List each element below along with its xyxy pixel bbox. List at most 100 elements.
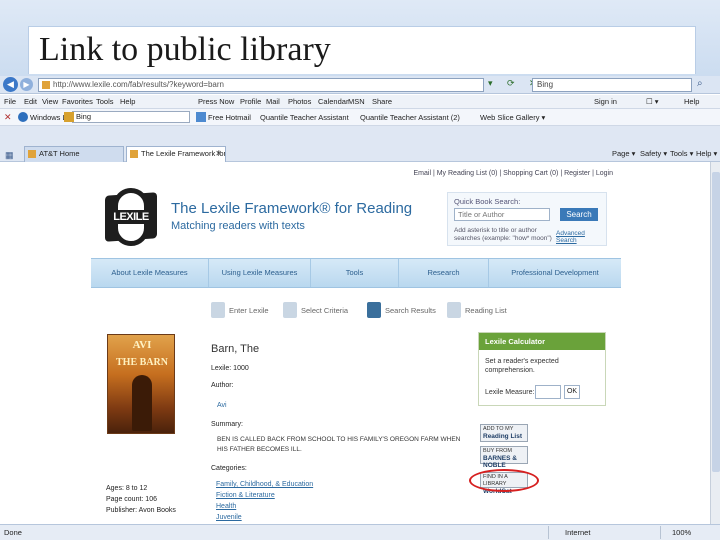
links-toolbar: ✕ Windows Live Bing Free Hotmail Quantil… [0, 109, 720, 126]
page-favicon-icon [42, 81, 50, 89]
cover-author: AVI [132, 339, 152, 351]
select-criteria-icon [283, 302, 297, 318]
link-free-hotmail[interactable]: Free Hotmail [208, 113, 251, 122]
browser-search-input[interactable]: Bing [532, 78, 692, 92]
nav-tools[interactable]: Tools [311, 259, 399, 287]
calculator-ok-button[interactable]: OK [564, 385, 580, 399]
address-input[interactable]: http://www.lexile.com/fab/results/?keywo… [38, 78, 484, 92]
nav-research[interactable]: Research [399, 259, 489, 287]
address-bar: ◀ ▶ http://www.lexile.com/fab/results/?k… [0, 76, 720, 94]
nav-about-lexile[interactable]: About Lexile Measures [91, 259, 209, 287]
book-cover-image[interactable]: AVI THE BARN [107, 334, 175, 434]
close-toolbar-icon[interactable]: ✕ [4, 112, 12, 123]
search-results-icon [367, 302, 381, 318]
address-text: http://www.lexile.com/fab/results/?keywo… [53, 80, 224, 89]
nav-using-lexile[interactable]: Using Lexile Measures [209, 259, 311, 287]
page-viewport: Email | My Reading List (0) | Shopping C… [0, 162, 710, 524]
add-to-reading-list-button[interactable]: ADD TO MY Reading List [480, 424, 528, 442]
author-label: Author: [211, 382, 234, 389]
account-links[interactable]: Email | My Reading List (0) | Shopping C… [414, 170, 613, 177]
title-author-input[interactable]: Title or Author [454, 208, 550, 221]
zoom-level[interactable]: 100% [672, 528, 691, 537]
tools-menu[interactable]: Tools ▾ [670, 149, 693, 158]
status-divider [548, 526, 549, 539]
safety-menu[interactable]: Safety ▾ [640, 149, 667, 158]
lexile-measure-input[interactable] [535, 385, 561, 399]
menu-press-now[interactable]: Press Now [198, 97, 234, 106]
quick-search-title: Quick Book Search: [454, 197, 521, 206]
menu-file[interactable]: File [4, 97, 16, 106]
menu-share[interactable]: Share [372, 97, 392, 106]
bn-label: BARNES & NOBLE [483, 455, 517, 469]
menu-edit[interactable]: Edit [24, 97, 37, 106]
quick-book-search: Quick Book Search: Title or Author Searc… [447, 192, 607, 246]
tab-favicon-icon [130, 150, 138, 158]
advanced-search-link[interactable]: Advanced Search [556, 230, 606, 244]
lexile-measure-label: Lexile Measure: [485, 389, 535, 396]
lexile-logo[interactable]: LEXILE [105, 188, 157, 248]
link-quantile-teacher[interactable]: Quantile Teacher Assistant [260, 113, 349, 122]
book-title: Barn, The [211, 343, 260, 355]
slide-title: Link to public library [39, 31, 331, 68]
help-menu[interactable]: Help ▾ [696, 149, 717, 158]
menu-help[interactable]: Help [120, 97, 135, 106]
calculator-text: Set a reader's expected comprehension. [485, 358, 559, 374]
menu-help-right[interactable]: Help [684, 97, 699, 106]
status-text: Done [4, 528, 22, 537]
categories-label: Categories: [211, 465, 247, 472]
step-enter-lexile[interactable]: Enter Lexile [229, 306, 269, 315]
sign-in-link[interactable]: Sign in [594, 97, 617, 106]
book-page-count: Page count: 106 [106, 496, 157, 503]
main-nav: About Lexile Measures Using Lexile Measu… [91, 258, 621, 288]
close-tab-icon[interactable]: ✕ [215, 147, 222, 161]
cover-title: THE BARN [116, 357, 168, 368]
category-link[interactable]: Juvenile [216, 514, 242, 521]
logo-text: LEXILE [107, 210, 155, 224]
menu-options[interactable]: ☐ ▾ [646, 97, 659, 106]
category-link[interactable]: Family, Childhood, & Education [216, 481, 313, 488]
author-link[interactable]: Avi [217, 402, 227, 409]
menu-favorites[interactable]: Favorites [62, 97, 93, 106]
barnes-noble-button[interactable]: BUY FROM BARNES & NOBLE [480, 446, 528, 469]
quick-search-hint: Add asterisk to title or author searches… [454, 227, 552, 242]
menu-msn[interactable]: MSN [348, 97, 365, 106]
reading-list-label: Reading List [483, 433, 523, 440]
step-reading-list[interactable]: Reading List [465, 306, 507, 315]
menu-mail[interactable]: Mail [266, 97, 280, 106]
bn-top: BUY FROM [483, 448, 512, 454]
menu-tools[interactable]: Tools [96, 97, 114, 106]
step-select-criteria[interactable]: Select Criteria [301, 306, 348, 315]
forward-button[interactable]: ▶ [20, 78, 33, 91]
category-link[interactable]: Health [216, 503, 236, 510]
menu-photos[interactable]: Photos [288, 97, 311, 106]
back-button[interactable]: ◀ [3, 77, 18, 92]
status-divider [660, 526, 661, 539]
security-zone: Internet [565, 528, 591, 537]
favorites-star-icon[interactable] [64, 112, 74, 122]
slide-title-box: Link to public library [28, 26, 696, 74]
category-link[interactable]: Fiction & Literature [216, 492, 275, 499]
toolbar-search-input[interactable]: Bing [72, 111, 190, 123]
tab-att-home[interactable]: AT&T Home [24, 146, 124, 162]
page-menu[interactable]: Page ▾ [612, 149, 635, 158]
status-bar: Done Internet 100% [0, 524, 720, 540]
tab-lexile[interactable]: The Lexile Framework for R... ✕ [126, 146, 226, 162]
highlight-circle [469, 469, 539, 492]
enter-lexile-icon [211, 302, 225, 318]
tab-favicon-icon [28, 150, 36, 158]
search-icon[interactable]: ⌕ [697, 78, 703, 89]
step-search-results[interactable]: Search Results [385, 306, 436, 315]
menu-view[interactable]: View [42, 97, 58, 106]
menu-calendar[interactable]: Calendar [318, 97, 348, 106]
scrollbar-thumb[interactable] [712, 172, 720, 472]
toolbar-icon[interactable] [196, 112, 206, 122]
vertical-scrollbar[interactable] [710, 162, 720, 524]
calculator-heading: Lexile Calculator [479, 333, 605, 350]
link-web-slice-gallery[interactable]: Web Slice Gallery ▾ [480, 113, 545, 122]
menu-bar: File Edit View Favorites Tools Help Pres… [0, 95, 720, 109]
link-quantile-teacher-2[interactable]: Quantile Teacher Assistant (2) [360, 113, 460, 122]
menu-profile[interactable]: Profile [240, 97, 261, 106]
quick-search-button[interactable]: Search [560, 208, 598, 221]
quick-tabs-icon[interactable]: ▦ [5, 150, 14, 161]
nav-professional-development[interactable]: Professional Development [489, 259, 621, 287]
